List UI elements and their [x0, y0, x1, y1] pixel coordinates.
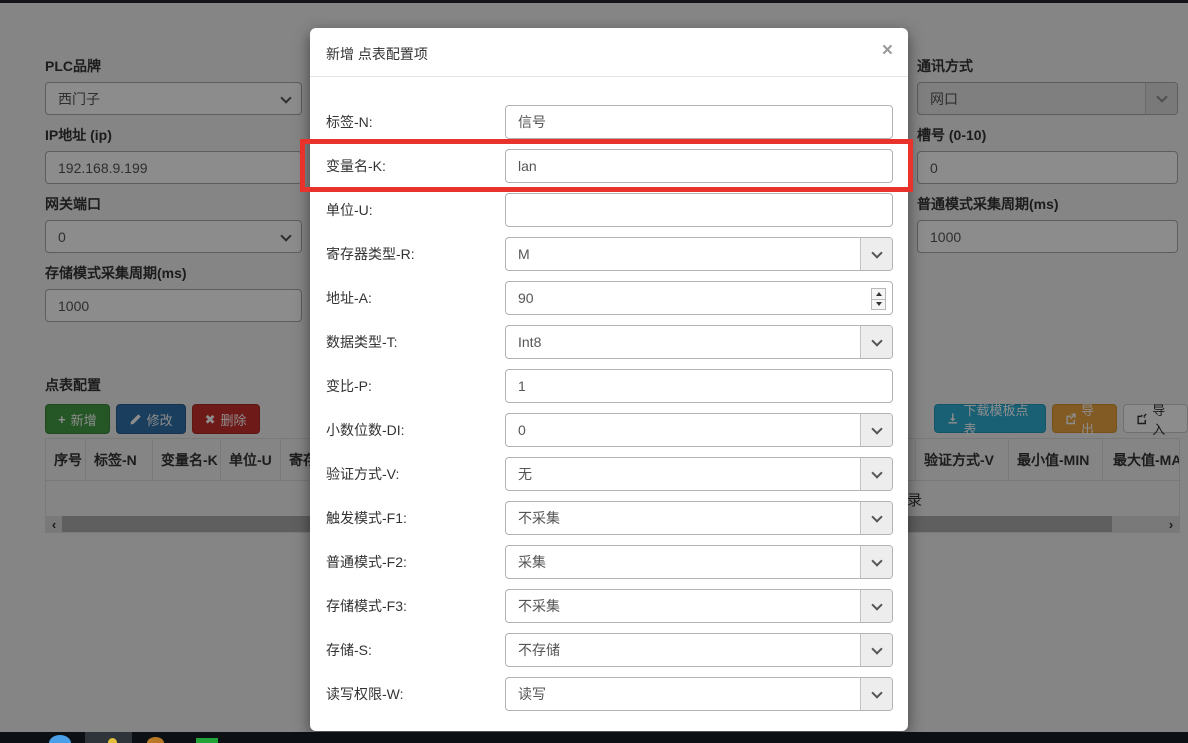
chevron-down-icon [871, 467, 882, 478]
field-storage-mode-f3-value: 不采集 [518, 596, 560, 616]
field-unit-u-input[interactable] [505, 193, 893, 227]
field-datatype-t-label: 数据类型-T: [326, 325, 398, 359]
chevron-down-icon [871, 335, 882, 346]
field-address-a-input[interactable] [505, 281, 893, 315]
field-trigger-f1-select[interactable]: 不采集 [505, 501, 893, 535]
screen: PLC品牌 西门子 IP地址 (ip) 网关端口 0 存储模式采集周期(ms) … [0, 0, 1188, 743]
select-arrow-box [860, 414, 892, 446]
field-ratio-p: 变比-P: [326, 369, 892, 403]
field-tag-n-input[interactable] [505, 105, 893, 139]
field-rw-permission-w-label: 读写权限-W: [326, 677, 404, 711]
field-ratio-p-value[interactable] [518, 378, 892, 394]
field-decimals-di-value: 0 [518, 422, 526, 438]
field-trigger-f1: 触发模式-F1: 不采集 [326, 501, 892, 535]
field-normal-f2-value: 采集 [518, 552, 546, 572]
add-point-modal: 新增 点表配置项 × 标签-N: 变量名-K: 单位-U: 寄存器类型-R: M [310, 28, 908, 731]
field-normal-f2: 普通模式-F2: 采集 [326, 545, 892, 579]
field-tag-n-value[interactable] [518, 114, 892, 130]
field-register-type-r-value: M [518, 246, 530, 262]
field-tag-n: 标签-N: [326, 105, 892, 139]
select-arrow-box [860, 238, 892, 270]
field-address-a-value[interactable] [518, 290, 892, 306]
select-arrow-box [860, 458, 892, 490]
field-rw-permission-w-value: 读写 [518, 684, 546, 704]
field-datatype-t-select[interactable]: Int8 [505, 325, 893, 359]
select-arrow-box [860, 546, 892, 578]
spinner-up-icon[interactable] [872, 289, 885, 300]
field-verify-v: 验证方式-V: 无 [326, 457, 892, 491]
chevron-down-icon [871, 643, 882, 654]
select-arrow-box [860, 502, 892, 534]
select-arrow-box [860, 326, 892, 358]
field-datatype-t-value: Int8 [518, 334, 541, 350]
field-unit-u: 单位-U: [326, 193, 892, 227]
field-decimals-di-label: 小数位数-DI: [326, 413, 405, 447]
field-storage-s-select[interactable]: 不存储 [505, 633, 893, 667]
field-storage-mode-f3: 存储模式-F3: 不采集 [326, 589, 892, 623]
chevron-down-icon [871, 423, 882, 434]
modal-title: 新增 点表配置项 [326, 44, 428, 64]
field-unit-u-label: 单位-U: [326, 193, 373, 227]
field-register-type-r-label: 寄存器类型-R: [326, 237, 415, 271]
taskbar-app-icon[interactable] [147, 737, 164, 743]
field-verify-v-select[interactable]: 无 [505, 457, 893, 491]
taskbar-app-icon[interactable] [108, 738, 117, 743]
field-address-a: 地址-A: [326, 281, 892, 315]
field-verify-v-value: 无 [518, 464, 532, 484]
select-arrow-box [860, 678, 892, 710]
field-rw-permission-w-select[interactable]: 读写 [505, 677, 893, 711]
annotation-highlight-box [300, 139, 913, 192]
field-decimals-di: 小数位数-DI: 0 [326, 413, 892, 447]
field-ratio-p-input[interactable] [505, 369, 893, 403]
field-trigger-f1-value: 不采集 [518, 508, 560, 528]
field-storage-s: 存储-S: 不存储 [326, 633, 892, 667]
close-icon[interactable]: × [882, 40, 893, 62]
field-ratio-p-label: 变比-P: [326, 369, 372, 403]
field-storage-mode-f3-select[interactable]: 不采集 [505, 589, 893, 623]
taskbar-app-icon[interactable] [196, 738, 218, 743]
chevron-down-icon [871, 687, 882, 698]
field-tag-n-label: 标签-N: [326, 105, 373, 139]
spinner-down-icon[interactable] [872, 300, 885, 310]
chevron-down-icon [871, 511, 882, 522]
chevron-down-icon [871, 555, 882, 566]
field-datatype-t: 数据类型-T: Int8 [326, 325, 892, 359]
field-normal-f2-label: 普通模式-F2: [326, 545, 407, 579]
field-storage-mode-f3-label: 存储模式-F3: [326, 589, 407, 623]
field-rw-permission-w: 读写权限-W: 读写 [326, 677, 892, 711]
taskbar-browser-icon[interactable] [49, 735, 71, 743]
field-unit-u-value[interactable] [518, 202, 892, 218]
field-normal-f2-select[interactable]: 采集 [505, 545, 893, 579]
field-storage-s-label: 存储-S: [326, 633, 372, 667]
modal-header: 新增 点表配置项 × [310, 28, 908, 77]
number-spinner[interactable] [871, 288, 886, 310]
select-arrow-box [860, 634, 892, 666]
field-storage-s-value: 不存储 [518, 640, 560, 660]
chevron-down-icon [871, 247, 882, 258]
select-arrow-box [860, 590, 892, 622]
field-address-a-label: 地址-A: [326, 281, 372, 315]
field-register-type-r-select[interactable]: M [505, 237, 893, 271]
field-trigger-f1-label: 触发模式-F1: [326, 501, 407, 535]
field-register-type-r: 寄存器类型-R: M [326, 237, 892, 271]
field-verify-v-label: 验证方式-V: [326, 457, 399, 491]
taskbar[interactable] [0, 732, 1188, 743]
chevron-down-icon [871, 599, 882, 610]
field-decimals-di-select[interactable]: 0 [505, 413, 893, 447]
